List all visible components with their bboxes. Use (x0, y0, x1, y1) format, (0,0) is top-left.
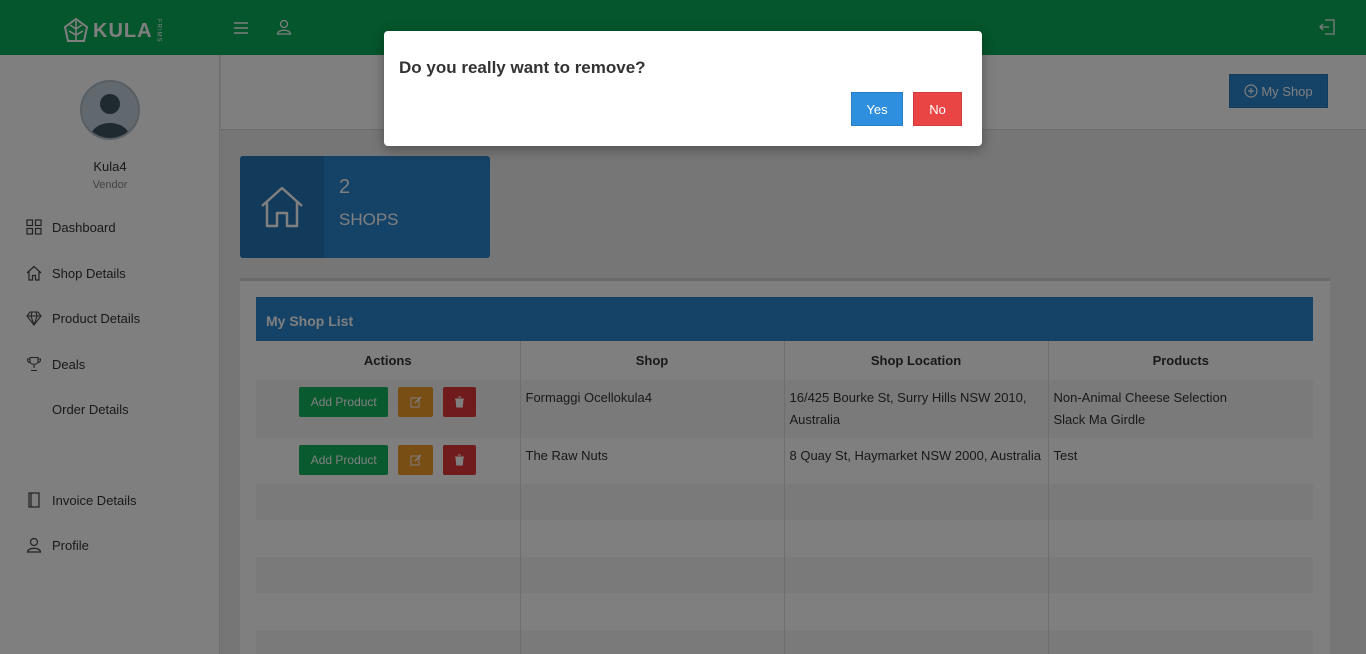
confirm-dialog: Do you really want to remove? Yes No (384, 31, 982, 146)
yes-button[interactable]: Yes (851, 92, 903, 126)
no-button[interactable]: No (913, 92, 962, 126)
dialog-question: Do you really want to remove? (399, 58, 646, 77)
